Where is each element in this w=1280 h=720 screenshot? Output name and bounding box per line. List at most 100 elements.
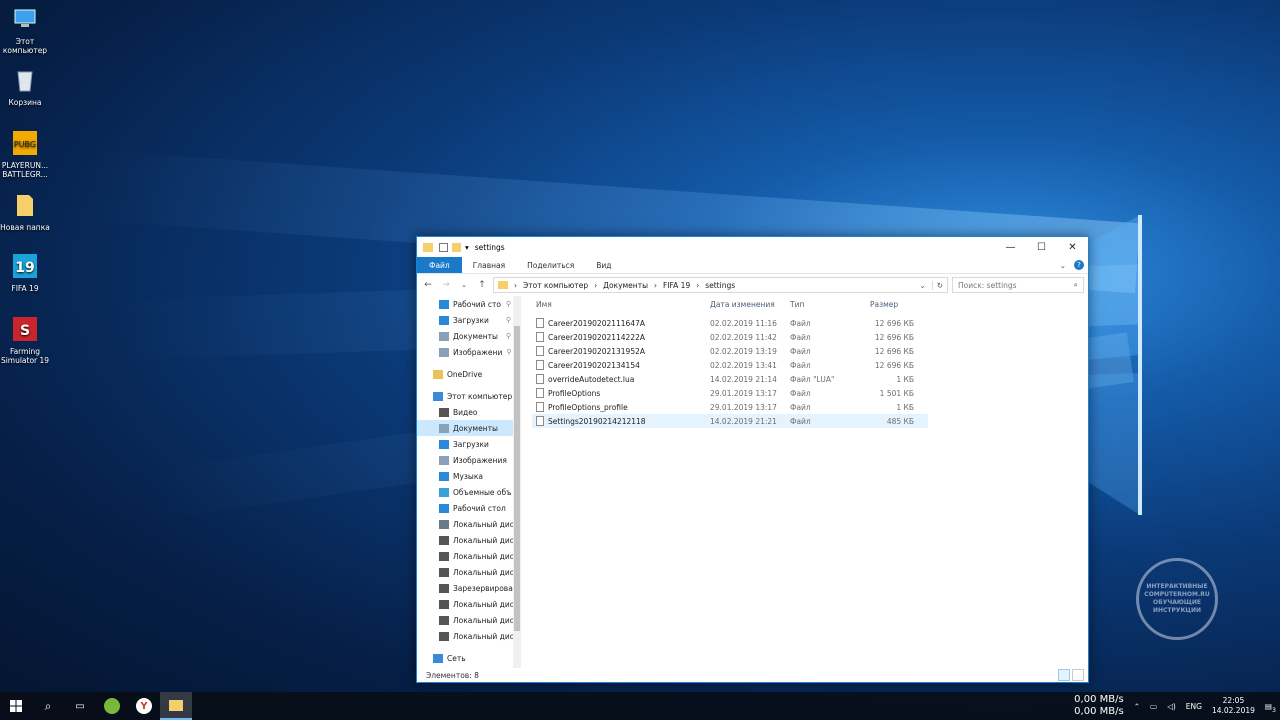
nav-item[interactable]: Локальный дис: [417, 564, 521, 580]
task-view-button[interactable]: ▭: [64, 692, 96, 720]
yandex-browser-button[interactable]: Y: [128, 692, 160, 720]
nav-item-label: Документы: [453, 331, 498, 341]
desktop-icon-farming-simulator[interactable]: S Farming Simulator 19: [0, 316, 50, 365]
desktop-icon-label: Этот компьютер: [2, 37, 48, 55]
file-row[interactable]: ProfileOptions_profile 29.01.2019 13:17 Фа…: [532, 400, 928, 414]
large-icons-view-button[interactable]: [1072, 669, 1084, 681]
navigation-scrollbar[interactable]: [513, 296, 521, 668]
nav-item[interactable]: Изображени ⚲: [417, 344, 521, 360]
nav-item[interactable]: Локальный дис: [417, 612, 521, 628]
folder-icon: [423, 242, 433, 252]
nav-item[interactable]: Загрузки: [417, 436, 521, 452]
nav-item-label: Сеть: [447, 653, 466, 663]
file-row[interactable]: Career20190202134154 02.02.2019 13:41 Файл…: [532, 358, 928, 372]
file-row[interactable]: overrideAutodetect.lua 14.02.2019 21:14 Фа…: [532, 372, 928, 386]
breadcrumb-item[interactable]: Документы: [603, 281, 648, 290]
nav-item[interactable]: Зарезервирова: [417, 580, 521, 596]
scrollbar-thumb[interactable]: [514, 326, 520, 631]
back-icon[interactable]: ←: [421, 280, 435, 290]
close-button[interactable]: ✕: [1057, 237, 1088, 257]
nav-item-icon: [439, 599, 449, 609]
file-name: Career20190202111647A: [548, 318, 645, 328]
desktop-icon-label: Корзина: [8, 98, 42, 107]
up-icon[interactable]: ↑: [475, 280, 489, 290]
minimize-button[interactable]: —: [995, 237, 1026, 257]
search-taskbar-button[interactable]: ⌕: [32, 692, 64, 720]
nav-item[interactable]: Этот компьютер: [417, 388, 521, 404]
column-date[interactable]: Дата изменения: [710, 300, 790, 309]
nav-item-icon: [439, 439, 449, 449]
nav-item[interactable]: Музыка: [417, 468, 521, 484]
start-button[interactable]: [0, 692, 32, 720]
help-icon[interactable]: ?: [1074, 260, 1084, 270]
breadcrumb-item[interactable]: settings: [705, 281, 735, 290]
tab-file[interactable]: Файл: [417, 257, 462, 273]
nav-item[interactable]: Загрузки ⚲: [417, 312, 521, 328]
file-row[interactable]: Career20190202111647A 02.02.2019 11:16 Фай…: [532, 316, 928, 330]
tab-view[interactable]: Вид: [585, 257, 622, 273]
file-explorer-taskbar-button[interactable]: [160, 692, 192, 720]
nav-item-icon: [439, 631, 449, 641]
column-size[interactable]: Размер: [870, 300, 914, 309]
nav-item[interactable]: Объемные объ: [417, 484, 521, 500]
new-folder-icon[interactable]: [452, 242, 461, 252]
nav-item[interactable]: Видео: [417, 404, 521, 420]
notifications-icon[interactable]: ▤ 3: [1265, 702, 1276, 714]
nav-item[interactable]: Локальный дис: [417, 628, 521, 644]
volume-icon[interactable]: ◁): [1167, 702, 1176, 711]
nav-item[interactable]: Локальный дис: [417, 516, 521, 532]
forward-icon[interactable]: →: [439, 280, 453, 290]
nav-item-label: Объемные объ: [453, 487, 512, 497]
tab-home[interactable]: Главная: [462, 257, 516, 273]
column-type[interactable]: Тип: [790, 300, 870, 309]
nav-item-icon: [439, 299, 449, 309]
nav-item[interactable]: Документы: [417, 420, 521, 436]
chevron-up-icon[interactable]: ⌃: [1134, 702, 1140, 711]
desktop-icon-new-folder[interactable]: Новая папка: [0, 192, 50, 232]
desktop-icon-recycle-bin[interactable]: Корзина: [0, 67, 50, 107]
navigation-pane: Рабочий сто ⚲ Загрузки ⚲ Документы ⚲ Изображен…: [417, 296, 522, 668]
folder-icon: [169, 699, 183, 711]
breadcrumb-item[interactable]: Этот компьютер: [523, 281, 588, 290]
recent-chevron-icon[interactable]: ⌄: [457, 281, 471, 289]
refresh-icon[interactable]: ↻: [931, 280, 947, 290]
search-box[interactable]: Поиск: settings ⌕: [952, 277, 1084, 293]
dropdown-chevron-icon[interactable]: ⌄: [919, 281, 925, 290]
nav-item[interactable]: Локальный дис: [417, 596, 521, 612]
file-row[interactable]: Career20190202114222A 02.02.2019 11:42 Фай…: [532, 330, 928, 344]
nav-item-icon: [439, 615, 449, 625]
search-input[interactable]: Поиск: settings: [958, 281, 1017, 290]
nav-item[interactable]: Локальный дис: [417, 548, 521, 564]
expand-ribbon-icon[interactable]: ⌄: [1060, 261, 1066, 270]
file-name: Career20190202131952A: [548, 346, 645, 356]
breadcrumb-item[interactable]: FIFA 19: [663, 281, 690, 290]
maximize-button[interactable]: ☐: [1026, 237, 1057, 257]
file-row[interactable]: Settings20190214212118 14.02.2019 21:21 Фа…: [532, 414, 928, 428]
nav-item-icon: [439, 471, 449, 481]
file-row[interactable]: Career20190202131952A 02.02.2019 13:19 Фай…: [532, 344, 928, 358]
file-row[interactable]: ProfileOptions 29.01.2019 13:17 Файл 1 501 …: [532, 386, 928, 400]
nav-item[interactable]: Сеть: [417, 650, 521, 666]
clock[interactable]: 22:05 14.02.2019: [1212, 696, 1255, 716]
column-name[interactable]: Имя: [536, 300, 706, 309]
nav-item[interactable]: Локальный дис: [417, 532, 521, 548]
details-view-button[interactable]: [1058, 669, 1070, 681]
desktop-icon-this-pc[interactable]: Этот компьютер: [0, 6, 50, 55]
file-size: 12 696 КБ: [874, 318, 914, 328]
nav-item[interactable]: OneDrive: [417, 366, 521, 382]
nav-item[interactable]: Изображения: [417, 452, 521, 468]
nav-item[interactable]: Документы ⚲: [417, 328, 521, 344]
chevron-down-icon[interactable]: ▾: [465, 243, 469, 252]
desktop-icon-fifa[interactable]: 19 FIFA 19: [0, 253, 50, 293]
nav-item[interactable]: Рабочий сто ⚲: [417, 296, 521, 312]
file-icon: [536, 402, 544, 412]
tab-share[interactable]: Поделиться: [516, 257, 585, 273]
address-bar[interactable]: › Этот компьютер › Документы › FIFA 19 ›…: [493, 277, 948, 293]
network-icon[interactable]: ▭: [1150, 702, 1157, 711]
file-name: Career20190202114222A: [548, 332, 645, 342]
utorrent-button[interactable]: [96, 692, 128, 720]
language-indicator[interactable]: ENG: [1186, 702, 1202, 711]
properties-icon[interactable]: [439, 242, 448, 252]
desktop-icon-pubg[interactable]: PUBG PLAYERUN... BATTLEGR...: [0, 130, 50, 179]
nav-item[interactable]: Рабочий стол: [417, 500, 521, 516]
